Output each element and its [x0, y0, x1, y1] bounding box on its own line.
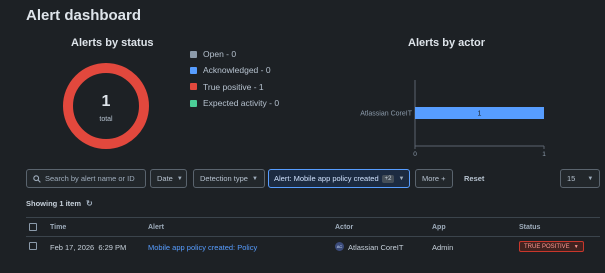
search-icon	[33, 174, 41, 183]
legend-item-acknowledged[interactable]: Acknowledged - 0	[190, 62, 279, 78]
legend-label: Open - 0	[203, 49, 237, 60]
row-app: Admin	[432, 243, 454, 252]
actor-chart-title: Alerts by actor	[408, 37, 486, 49]
column-header-status[interactable]: Status	[519, 224, 540, 231]
legend-swatch	[190, 83, 197, 91]
legend-swatch	[190, 99, 197, 107]
reset-button[interactable]: Reset	[464, 169, 484, 188]
page-size-select[interactable]: 15 ▼	[560, 169, 600, 188]
column-header-app[interactable]: App	[432, 224, 446, 231]
chevron-down-icon: ▼	[398, 175, 405, 182]
status-badge[interactable]: TRUE POSITIVE ▼	[519, 241, 584, 252]
legend-swatch	[190, 50, 197, 58]
date-filter-label: Date	[157, 174, 173, 183]
refresh-icon[interactable]: ↻	[86, 199, 93, 208]
chevron-down-icon: ▼	[587, 175, 594, 182]
date-filter[interactable]: Date ▼	[150, 169, 187, 188]
table-row-divider	[26, 236, 600, 237]
column-header-time[interactable]: Time	[50, 224, 66, 231]
alert-filter-count-badge: +2	[381, 174, 395, 183]
legend-label: Acknowledged - 0	[203, 65, 271, 76]
result-count-text: Showing 1 item	[26, 199, 82, 208]
alert-filter-label: Alert: Mobile app policy created	[274, 174, 379, 183]
category-label: Atlassian CoreIT	[360, 111, 412, 118]
alert-dashboard: Alert dashboard Alerts by status 1 total…	[0, 0, 605, 273]
avatar: AC	[335, 242, 344, 251]
x-tick-label: 0	[413, 151, 417, 158]
legend-label: Expected activity - 0	[203, 98, 280, 109]
more-filters-button[interactable]: More +	[415, 169, 453, 188]
row-actor: Atlassian CoreIT	[348, 243, 404, 252]
legend-item-expected-activity[interactable]: Expected activity - 0	[190, 95, 279, 111]
legend-label: True positive - 1	[203, 81, 264, 92]
x-tick-label: 1	[542, 151, 546, 158]
search-input[interactable]	[45, 174, 141, 183]
status-section-title: Alerts by status	[71, 37, 154, 49]
page-size-value: 15	[567, 174, 576, 183]
row-time: Feb 17, 2026 6:29 PM	[50, 243, 127, 252]
legend-item-true-positive[interactable]: True positive - 1	[190, 79, 279, 95]
chevron-down-icon: ▼	[176, 175, 183, 182]
row-checkbox[interactable]	[29, 242, 37, 250]
result-count: Showing 1 item ↻	[26, 199, 93, 208]
column-header-alert[interactable]: Alert	[148, 224, 164, 231]
search-box[interactable]	[26, 169, 146, 188]
page-title: Alert dashboard	[26, 7, 142, 24]
filter-toolbar: Date▼ Detection type▼ Alert: Mobile app …	[26, 169, 600, 189]
donut-total-value: 1	[101, 92, 111, 110]
chevron-down-icon: ▼	[251, 175, 258, 182]
status-badge-label: TRUE POSITIVE	[524, 243, 570, 250]
status-donut[interactable]: 1 total	[60, 60, 152, 152]
row-alert-link[interactable]: Mobile app policy created: Policy	[148, 243, 257, 252]
legend-swatch	[190, 66, 197, 74]
actor-bar-chart: Atlassian CoreIT 1 0 1	[360, 80, 546, 158]
alert-filter[interactable]: Alert: Mobile app policy created +2 ▼	[268, 169, 410, 188]
legend-item-open[interactable]: Open - 0	[190, 46, 279, 62]
status-legend: Open - 0 Acknowledged - 0 True positive …	[190, 46, 279, 111]
chevron-down-icon: ▼	[573, 243, 579, 250]
column-header-actor[interactable]: Actor	[335, 224, 353, 231]
donut-total-label: total	[99, 115, 113, 123]
table-header-divider	[26, 217, 600, 218]
select-all-checkbox[interactable]	[29, 223, 37, 231]
detection-type-filter[interactable]: Detection type ▼	[193, 169, 265, 188]
more-filters-label: More +	[422, 174, 446, 183]
bar-data-label: 1	[478, 111, 482, 118]
detection-type-label: Detection type	[200, 174, 248, 183]
